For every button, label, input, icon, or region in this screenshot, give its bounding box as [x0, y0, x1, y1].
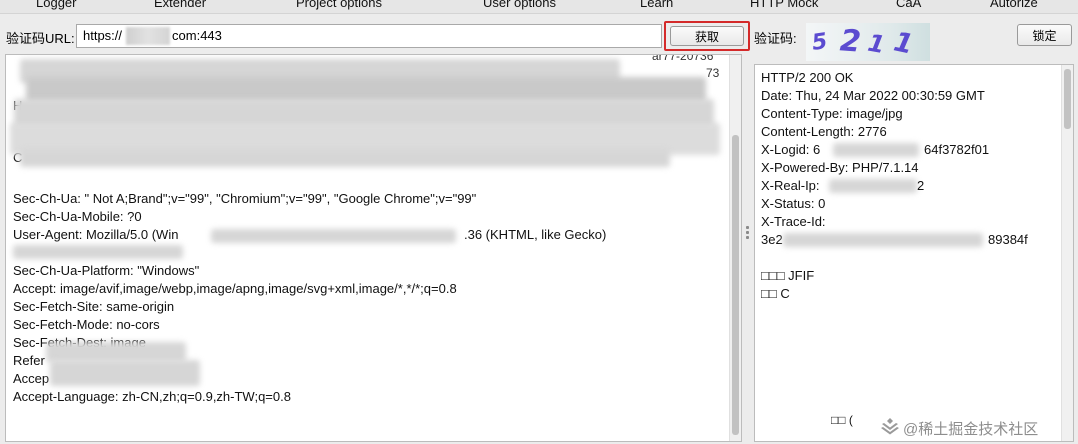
- tab-http-mock[interactable]: HTTP Mock: [750, 0, 818, 10]
- pane-splitter[interactable]: [746, 226, 750, 242]
- response-line: 3e2: [761, 232, 783, 247]
- tab-learn[interactable]: Learn: [640, 0, 673, 10]
- request-line: Sec-Fetch-Mode: no-cors: [13, 317, 160, 332]
- response-scrollbar-thumb[interactable]: [1064, 69, 1071, 129]
- menu-bar: Logger Extender Project options User opt…: [0, 0, 1078, 14]
- redaction: [20, 149, 670, 167]
- request-line: Accept-Language: zh-CN,zh;q=0.9,zh-TW;q=…: [13, 389, 291, 404]
- watermark-text: @稀土掘金技术社区: [903, 421, 1039, 438]
- captcha-char-1: 5: [810, 29, 829, 56]
- request-line: Sec-Fetch-Site: same-origin: [13, 299, 175, 314]
- response-line-tail: 89384f: [988, 232, 1028, 247]
- request-line: Sec-Ch-Ua-Platform: "Windows": [13, 263, 200, 278]
- request-scrollbar[interactable]: [729, 55, 741, 441]
- url-host-tail: com:443: [172, 28, 222, 43]
- redaction: [833, 143, 919, 157]
- url-scheme-text: https://: [83, 28, 123, 43]
- response-line: Content-Type: image/jpg: [761, 106, 903, 121]
- request-partial-text: ar77-20736: [652, 54, 714, 63]
- redaction: [211, 229, 456, 243]
- request-line: User-Agent: Mozilla/5.0 (Win: [13, 227, 179, 242]
- response-line: Date: Thu, 24 Mar 2022 00:30:59 GMT: [761, 88, 985, 103]
- redaction: [50, 360, 200, 386]
- captcha-char-2: 2: [838, 23, 863, 60]
- tab-autorize[interactable]: Autorize: [990, 0, 1038, 10]
- request-line: Sec-Ch-Ua: " Not A;Brand";v="99", "Chrom…: [13, 191, 477, 206]
- request-line: Accep: [13, 371, 50, 386]
- response-scrollbar[interactable]: [1061, 65, 1073, 441]
- response-binary-glyph: □□ (: [831, 413, 853, 427]
- redaction: [829, 179, 917, 193]
- response-line: HTTP/2 200 OK: [761, 70, 854, 85]
- captcha-label: 验证码:: [754, 31, 797, 46]
- request-line: Sec-Ch-Ua-Mobile: ?0: [13, 209, 142, 224]
- request-line: Accept: image/avif,image/webp,image/apng…: [13, 281, 457, 296]
- tab-extender[interactable]: Extender: [154, 0, 206, 10]
- response-viewer[interactable]: HTTP/2 200 OK Date: Thu, 24 Mar 2022 00:…: [754, 64, 1074, 442]
- fetch-button-highlight: 获取: [664, 21, 750, 51]
- request-partial-text: 73: [706, 66, 720, 80]
- response-line-tail: 2: [917, 178, 925, 193]
- request-line-tail: .36 (KHTML, like Gecko): [464, 227, 607, 242]
- juejin-logo-icon: [881, 418, 899, 435]
- response-line: X-Powered-By: PHP/7.1.14: [761, 160, 919, 175]
- response-line: X-Trace-Id:: [761, 214, 826, 229]
- request-line: Refer: [13, 353, 45, 368]
- lock-button[interactable]: 锁定: [1017, 24, 1072, 46]
- captcha-char-4: 1: [890, 26, 916, 61]
- tab-user-options[interactable]: User options: [483, 0, 556, 10]
- response-line: □□ C: [761, 286, 790, 301]
- redaction: [46, 342, 186, 362]
- tab-logger[interactable]: Logger: [36, 0, 76, 10]
- request-scrollbar-thumb[interactable]: [732, 135, 739, 435]
- fetch-button[interactable]: 获取: [670, 26, 744, 46]
- captcha-image: 5 2 1 1: [806, 23, 930, 61]
- captcha-url-label: 验证码URL:: [6, 31, 75, 46]
- response-line: Content-Length: 2776: [761, 124, 887, 139]
- redaction: [13, 245, 183, 259]
- redaction: [783, 233, 983, 247]
- tab-caa[interactable]: CaA: [896, 0, 921, 10]
- tab-project-options[interactable]: Project options: [296, 0, 382, 10]
- response-line-tail: 64f3782f01: [924, 142, 990, 157]
- response-line: □□□ JFIF: [761, 268, 815, 283]
- response-line: X-Real-Ip:: [761, 178, 820, 193]
- request-editor[interactable]: ar77-20736 73 H C Sec-Ch-Ua: " Not A;Bra…: [5, 54, 742, 442]
- response-line: X-Logid: 6: [761, 142, 821, 157]
- captcha-char-3: 1: [865, 28, 888, 60]
- response-line: X-Status: 0: [761, 196, 826, 211]
- url-redaction: [126, 27, 170, 45]
